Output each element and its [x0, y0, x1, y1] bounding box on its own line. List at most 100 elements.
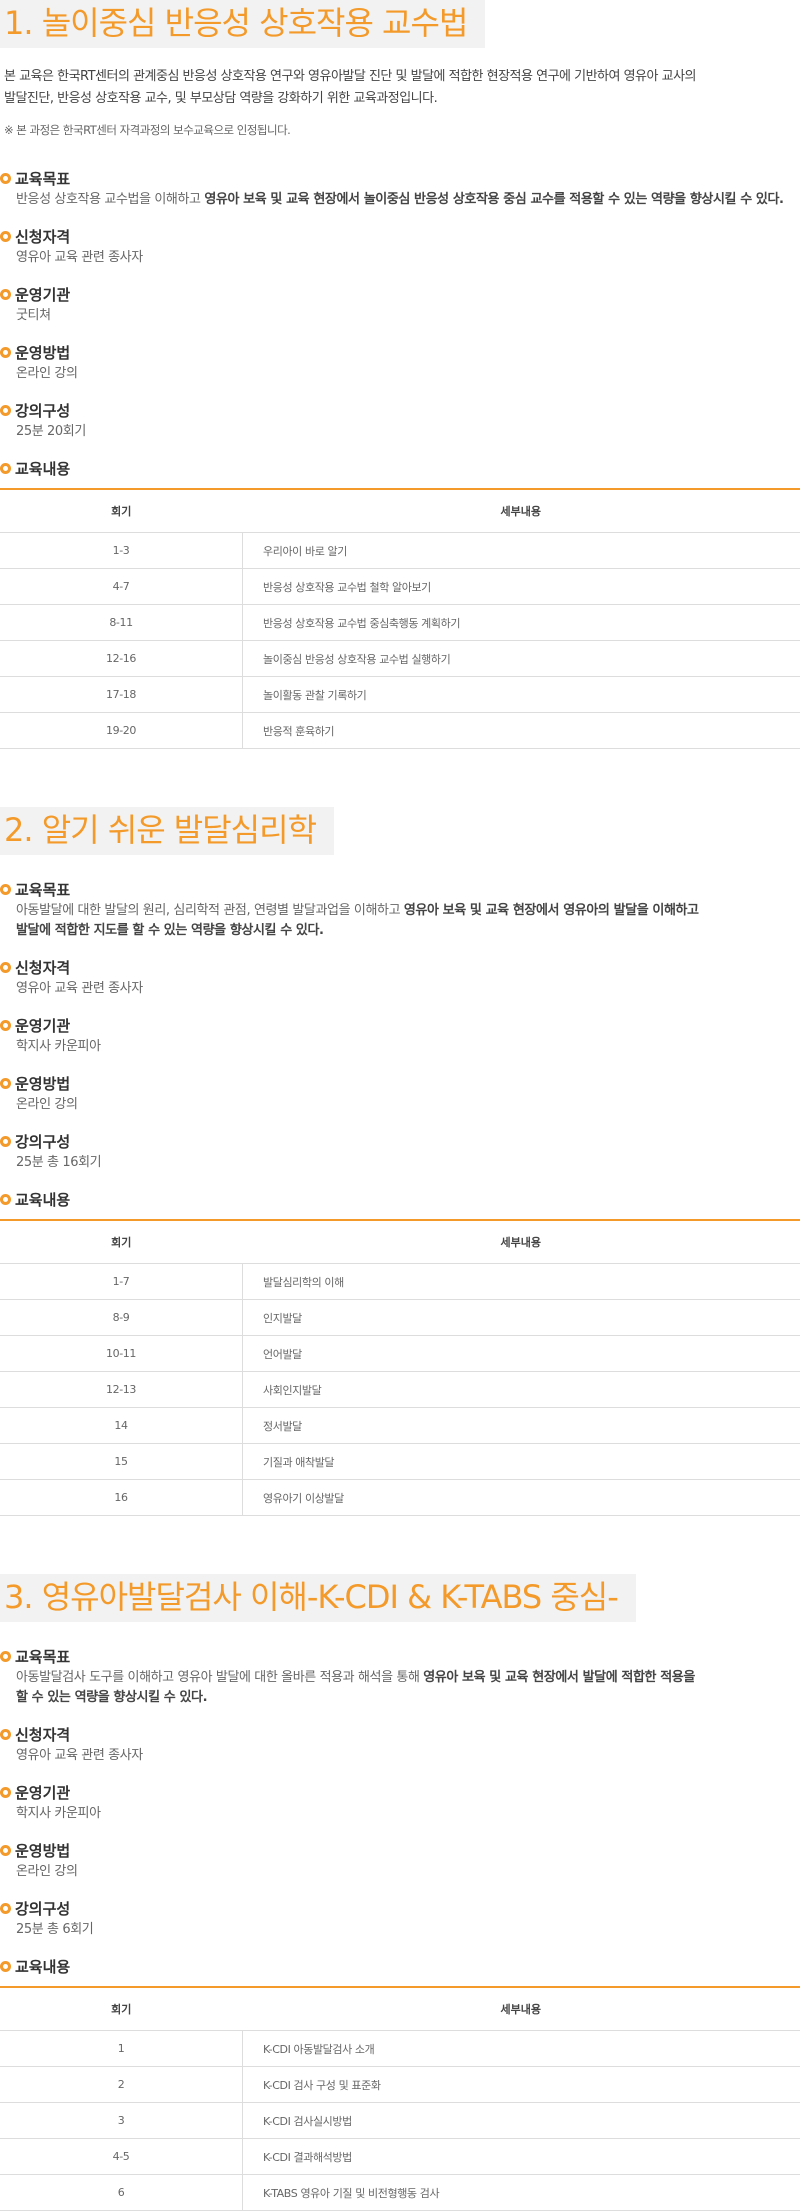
goal-text-bold: 영유아 보육 및 교육 현장에서 영유아의 발달을 이해하고 — [404, 903, 699, 918]
session-cell: 3 — [0, 2103, 243, 2139]
bullet-icon — [0, 884, 11, 895]
qualification-item: 신청자격 영유아 교육 관련 종사자 — [0, 224, 800, 268]
table-row: 15기질과 애착발달 — [0, 1444, 800, 1480]
organization-item: 운영기관 학지사 카운피아 — [0, 1780, 800, 1824]
table-row: 16영유아기 이상발달 — [0, 1480, 800, 1516]
session-cell: 1-7 — [0, 1264, 243, 1300]
organization-item: 운영기관 굿티쳐 — [0, 282, 800, 326]
table-row: 6K-TABS 영유아 기질 및 비전형행동 검사 — [0, 2175, 800, 2211]
table-row: 12-16놀이중심 반응성 상호작용 교수법 실행하기 — [0, 641, 800, 677]
item-label: 교육목표 — [15, 879, 70, 900]
composition-item: 강의구성 25분 총 6회기 — [0, 1896, 800, 1940]
item-label: 운영방법 — [15, 342, 70, 363]
item-value: 학지사 카운피아 — [0, 1037, 800, 1057]
session-cell: 17-18 — [0, 677, 243, 713]
bullet-icon — [0, 289, 11, 300]
detail-cell: 놀이중심 반응성 상호작용 교수법 실행하기 — [243, 641, 800, 677]
item-label: 교육목표 — [15, 168, 70, 189]
column-header: 세부내용 — [243, 1987, 800, 2031]
item-value: 25분 20회기 — [0, 422, 800, 442]
session-cell: 12-13 — [0, 1372, 243, 1408]
detail-cell: 반응성 상호작용 교수법 철학 알아보기 — [243, 569, 800, 605]
detail-cell: 인지발달 — [243, 1300, 800, 1336]
item-value: 온라인 강의 — [0, 1862, 800, 1882]
bullet-icon — [0, 962, 11, 973]
method-item: 운영방법 온라인 강의 — [0, 1838, 800, 1882]
item-value: 영유아 교육 관련 종사자 — [0, 1746, 800, 1766]
course-title-bar: 2. 알기 쉬운 발달심리학 — [0, 807, 334, 855]
bullet-icon — [0, 1961, 11, 1972]
item-value: 영유아 교육 관련 종사자 — [0, 979, 800, 999]
item-label: 교육내용 — [15, 1189, 70, 1210]
item-label: 교육목표 — [15, 1646, 70, 1667]
item-label: 교육내용 — [15, 458, 70, 479]
course-note: ※ 본 과정은 한국RT센터 자격과정의 보수교육으로 인정됩니다. — [0, 122, 800, 138]
session-cell: 16 — [0, 1480, 243, 1516]
table-row: 1K-CDI 아동발달검사 소개 — [0, 2031, 800, 2067]
table-row: 8-9인지발달 — [0, 1300, 800, 1336]
table-row: 12-13사회인지발달 — [0, 1372, 800, 1408]
bullet-icon — [0, 1787, 11, 1798]
session-cell: 19-20 — [0, 713, 243, 749]
goal-text: 아동발달검사 도구를 이해하고 영유아 발달에 대한 올바른 적용과 해석을 통… — [16, 1670, 423, 1685]
goal-text-bold: 영유아 보육 및 교육 현장에서 발달에 적합한 적용을 — [423, 1670, 695, 1685]
composition-item: 강의구성 25분 총 16회기 — [0, 1129, 800, 1173]
qualification-item: 신청자격 영유아 교육 관련 종사자 — [0, 955, 800, 999]
composition-item: 강의구성 25분 20회기 — [0, 398, 800, 442]
course-intro: 본 교육은 한국RT센터의 관계중심 반응성 상호작용 연구와 영유아발달 진단… — [0, 66, 800, 110]
item-value: 영유아 교육 관련 종사자 — [0, 248, 800, 268]
goal-text: 반응성 상호작용 교수법을 이해하고 — [16, 192, 204, 207]
item-label: 강의구성 — [15, 400, 70, 421]
goal-text-bold: 할 수 있는 역량을 향상시킬 수 있다. — [16, 1690, 207, 1705]
session-cell: 12-16 — [0, 641, 243, 677]
item-value: 25분 총 16회기 — [0, 1153, 800, 1173]
goal-item: 교육목표 아동발달검사 도구를 이해하고 영유아 발달에 대한 올바른 적용과 … — [0, 1644, 800, 1708]
session-cell: 1 — [0, 2031, 243, 2067]
session-cell: 2 — [0, 2067, 243, 2103]
course-title-bar: 1. 놀이중심 반응성 상호작용 교수법 — [0, 0, 485, 48]
item-value: 온라인 강의 — [0, 364, 800, 384]
method-item: 운영방법 온라인 강의 — [0, 1071, 800, 1115]
goal-text-bold: 발달에 적합한 지도를 할 수 있는 역량을 향상시킬 수 있다. — [16, 923, 324, 938]
column-header: 회기 — [0, 489, 243, 533]
item-label: 운영기관 — [15, 1015, 70, 1036]
session-cell: 10-11 — [0, 1336, 243, 1372]
table-row: 14정서발달 — [0, 1408, 800, 1444]
content-item: 교육내용 — [0, 456, 800, 480]
curriculum-table: 회기 세부내용 1K-CDI 아동발달검사 소개2K-CDI 검사 구성 및 표… — [0, 1986, 800, 2211]
detail-cell: 반응적 훈육하기 — [243, 713, 800, 749]
table-row: 1-7발달심리학의 이해 — [0, 1264, 800, 1300]
curriculum-table: 회기 세부내용 1-3우리아이 바로 알기4-7반응성 상호작용 교수법 철학 … — [0, 488, 800, 749]
item-value: 온라인 강의 — [0, 1095, 800, 1115]
session-cell: 15 — [0, 1444, 243, 1480]
bullet-icon — [0, 405, 11, 416]
table-row: 1-3우리아이 바로 알기 — [0, 533, 800, 569]
table-row: 3K-CDI 검사실시방법 — [0, 2103, 800, 2139]
column-header: 회기 — [0, 1220, 243, 1264]
detail-cell: 언어발달 — [243, 1336, 800, 1372]
detail-cell: 우리아이 바로 알기 — [243, 533, 800, 569]
detail-cell: 기질과 애착발달 — [243, 1444, 800, 1480]
detail-cell: K-CDI 검사실시방법 — [243, 2103, 800, 2139]
curriculum-table: 회기 세부내용 1-7발달심리학의 이해8-9인지발달10-11언어발달12-1… — [0, 1219, 800, 1516]
table-row: 4-7반응성 상호작용 교수법 철학 알아보기 — [0, 569, 800, 605]
item-label: 신청자격 — [15, 957, 70, 978]
course-title-bar: 3. 영유아발달검사 이해-K-CDI & K-TABS 중심- — [0, 1574, 636, 1622]
column-header: 세부내용 — [243, 1220, 800, 1264]
session-cell: 4-7 — [0, 569, 243, 605]
detail-cell: K-TABS 영유아 기질 및 비전형행동 검사 — [243, 2175, 800, 2211]
item-label: 운영기관 — [15, 284, 70, 305]
detail-cell: 발달심리학의 이해 — [243, 1264, 800, 1300]
item-label: 교육내용 — [15, 1956, 70, 1977]
bullet-icon — [0, 1194, 11, 1205]
table-row: 2K-CDI 검사 구성 및 표준화 — [0, 2067, 800, 2103]
item-label: 강의구성 — [15, 1898, 70, 1919]
bullet-icon — [0, 1729, 11, 1740]
qualification-item: 신청자격 영유아 교육 관련 종사자 — [0, 1722, 800, 1766]
bullet-icon — [0, 1651, 11, 1662]
bullet-icon — [0, 231, 11, 242]
item-label: 신청자격 — [15, 226, 70, 247]
item-label: 운영방법 — [15, 1073, 70, 1094]
detail-cell: 정서발달 — [243, 1408, 800, 1444]
item-label: 운영방법 — [15, 1840, 70, 1861]
